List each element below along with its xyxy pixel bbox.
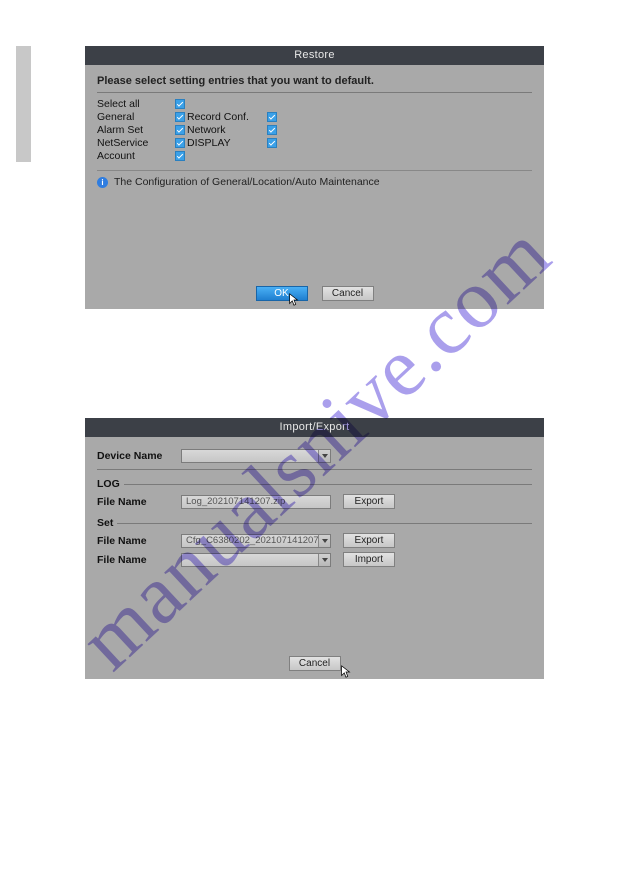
import-export-panel: Import/Export Device Name LOG File Name …	[85, 418, 544, 679]
restore-info-row: i The Configuration of General/Location/…	[97, 170, 532, 192]
restore-title: Restore	[85, 46, 544, 65]
check-label: Record Conf.	[187, 111, 267, 123]
restore-info-text: The Configuration of General/Location/Au…	[114, 176, 380, 188]
checkbox-netservice[interactable]	[175, 138, 185, 148]
device-name-label: Device Name	[97, 450, 175, 462]
import-file-label: File Name	[97, 554, 175, 566]
set-file-select[interactable]: Cfg_C6380202_202107141207.	[181, 534, 331, 548]
check-label: Alarm Set	[97, 124, 175, 136]
checkbox-select-all[interactable]	[175, 99, 185, 109]
chevron-down-icon	[318, 450, 330, 462]
check-label: Network	[187, 124, 267, 136]
info-icon: i	[97, 177, 108, 188]
checkbox-account[interactable]	[175, 151, 185, 161]
set-file-value: Cfg_C6380202_202107141207.	[186, 535, 321, 546]
check-label: Account	[97, 150, 175, 162]
ie-cancel-button[interactable]: Cancel	[289, 656, 341, 671]
export-log-button[interactable]: Export	[343, 494, 395, 509]
checkbox-alarm-set[interactable]	[175, 125, 185, 135]
log-file-field[interactable]: Log_202107141207.zip	[181, 495, 331, 509]
import-file-select[interactable]	[181, 553, 331, 567]
import-button[interactable]: Import	[343, 552, 395, 567]
restore-instruction: Please select setting entries that you w…	[97, 73, 532, 93]
ie-title: Import/Export	[85, 418, 544, 437]
ok-button[interactable]: OK	[256, 286, 308, 301]
set-file-label: File Name	[97, 535, 175, 547]
checkbox-network[interactable]	[267, 125, 277, 135]
restore-button-row: OK Cancel	[85, 286, 544, 301]
chevron-down-icon	[318, 535, 330, 547]
restore-check-grid: Select all General Record Conf. Alarm Se…	[97, 96, 532, 164]
export-set-button[interactable]: Export	[343, 533, 395, 548]
checkbox-general[interactable]	[175, 112, 185, 122]
set-section-legend: Set	[97, 517, 532, 529]
checkbox-display[interactable]	[267, 138, 277, 148]
restore-panel: Restore Please select setting entries th…	[85, 46, 544, 309]
check-label: Select all	[97, 98, 175, 110]
check-label: NetService	[97, 137, 175, 149]
side-strip	[16, 46, 31, 162]
log-section-legend: LOG	[97, 478, 532, 490]
log-file-value: Log_202107141207.zip	[186, 496, 285, 507]
check-label: General	[97, 111, 175, 123]
checkbox-record-conf[interactable]	[267, 112, 277, 122]
device-name-select[interactable]	[181, 449, 331, 463]
log-file-label: File Name	[97, 496, 175, 508]
check-label: DISPLAY	[187, 137, 267, 149]
chevron-down-icon	[318, 554, 330, 566]
ie-button-row: Cancel	[85, 656, 544, 671]
cancel-button[interactable]: Cancel	[322, 286, 374, 301]
